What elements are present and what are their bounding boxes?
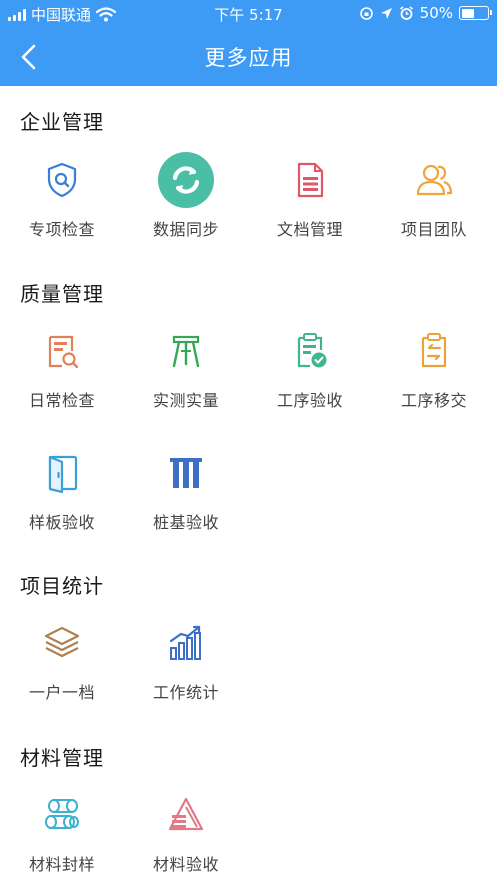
pile-icon	[156, 443, 216, 503]
app-label: 样板验收	[28, 513, 95, 532]
app-daily-check[interactable]: 日常检查	[0, 321, 124, 431]
page-title: 更多应用	[204, 46, 293, 70]
app-label: 文档管理	[276, 220, 343, 239]
process-accept-icon	[280, 321, 340, 381]
status-right: 50%	[359, 4, 492, 22]
app-special-inspection[interactable]: 专项检查	[0, 150, 124, 260]
section-title-materials: 材料管理	[20, 746, 104, 770]
app-sample-accept[interactable]: 样板验收	[0, 443, 124, 553]
app-document-management[interactable]: 文档管理	[248, 150, 372, 260]
app-pile-accept[interactable]: 桩基验收	[124, 443, 248, 553]
alarm-icon	[399, 5, 413, 20]
measure-icon	[156, 321, 216, 381]
daily-check-icon	[32, 321, 92, 381]
app-label: 材料封样	[28, 855, 95, 874]
document-icon	[280, 150, 340, 210]
app-process-accept[interactable]: 工序验收	[248, 321, 372, 431]
bar-stats-icon	[156, 613, 216, 673]
sample-door-icon	[32, 443, 92, 503]
header: 中国联通 下午 5:17 50% 更多应用	[0, 0, 497, 86]
app-label: 一户一档	[28, 683, 95, 702]
app-process-transfer[interactable]: 工序移交	[372, 321, 496, 431]
app-label: 日常检查	[28, 391, 95, 410]
battery-percent: 50%	[419, 4, 453, 22]
app-material-seal[interactable]: 材料封样	[0, 785, 124, 883]
section-title-quality: 质量管理	[20, 282, 104, 306]
nav-bar: 更多应用	[0, 28, 497, 86]
app-label: 材料验收	[152, 855, 219, 874]
app-label: 工作统计	[152, 683, 219, 702]
shield-search-icon	[32, 150, 92, 210]
team-icon	[404, 150, 464, 210]
app-label: 桩基验收	[152, 513, 219, 532]
material-accept-icon	[156, 785, 216, 845]
layers-icon	[32, 613, 92, 673]
app-label: 项目团队	[400, 220, 467, 239]
rotation-lock-icon	[359, 6, 373, 20]
section-title-statistics: 项目统计	[20, 574, 104, 598]
app-label: 数据同步	[152, 220, 219, 239]
app-label: 实测实量	[152, 391, 219, 410]
status-bar: 中国联通 下午 5:17 50%	[0, 0, 497, 28]
sync-icon	[156, 150, 216, 210]
app-data-sync[interactable]: 数据同步	[124, 150, 248, 260]
app-household-file[interactable]: 一户一档	[0, 613, 124, 723]
app-work-statistics[interactable]: 工作统计	[124, 613, 248, 723]
battery-icon	[459, 6, 492, 20]
app-material-accept[interactable]: 材料验收	[124, 785, 248, 883]
location-icon	[380, 7, 392, 19]
process-transfer-icon	[404, 321, 464, 381]
app-label: 专项检查	[28, 220, 95, 239]
section-title-enterprise: 企业管理	[20, 110, 104, 134]
material-seal-icon	[32, 785, 92, 845]
app-measure[interactable]: 实测实量	[124, 321, 248, 431]
app-project-team[interactable]: 项目团队	[372, 150, 496, 260]
app-label: 工序验收	[276, 391, 343, 410]
app-label: 工序移交	[400, 391, 467, 410]
